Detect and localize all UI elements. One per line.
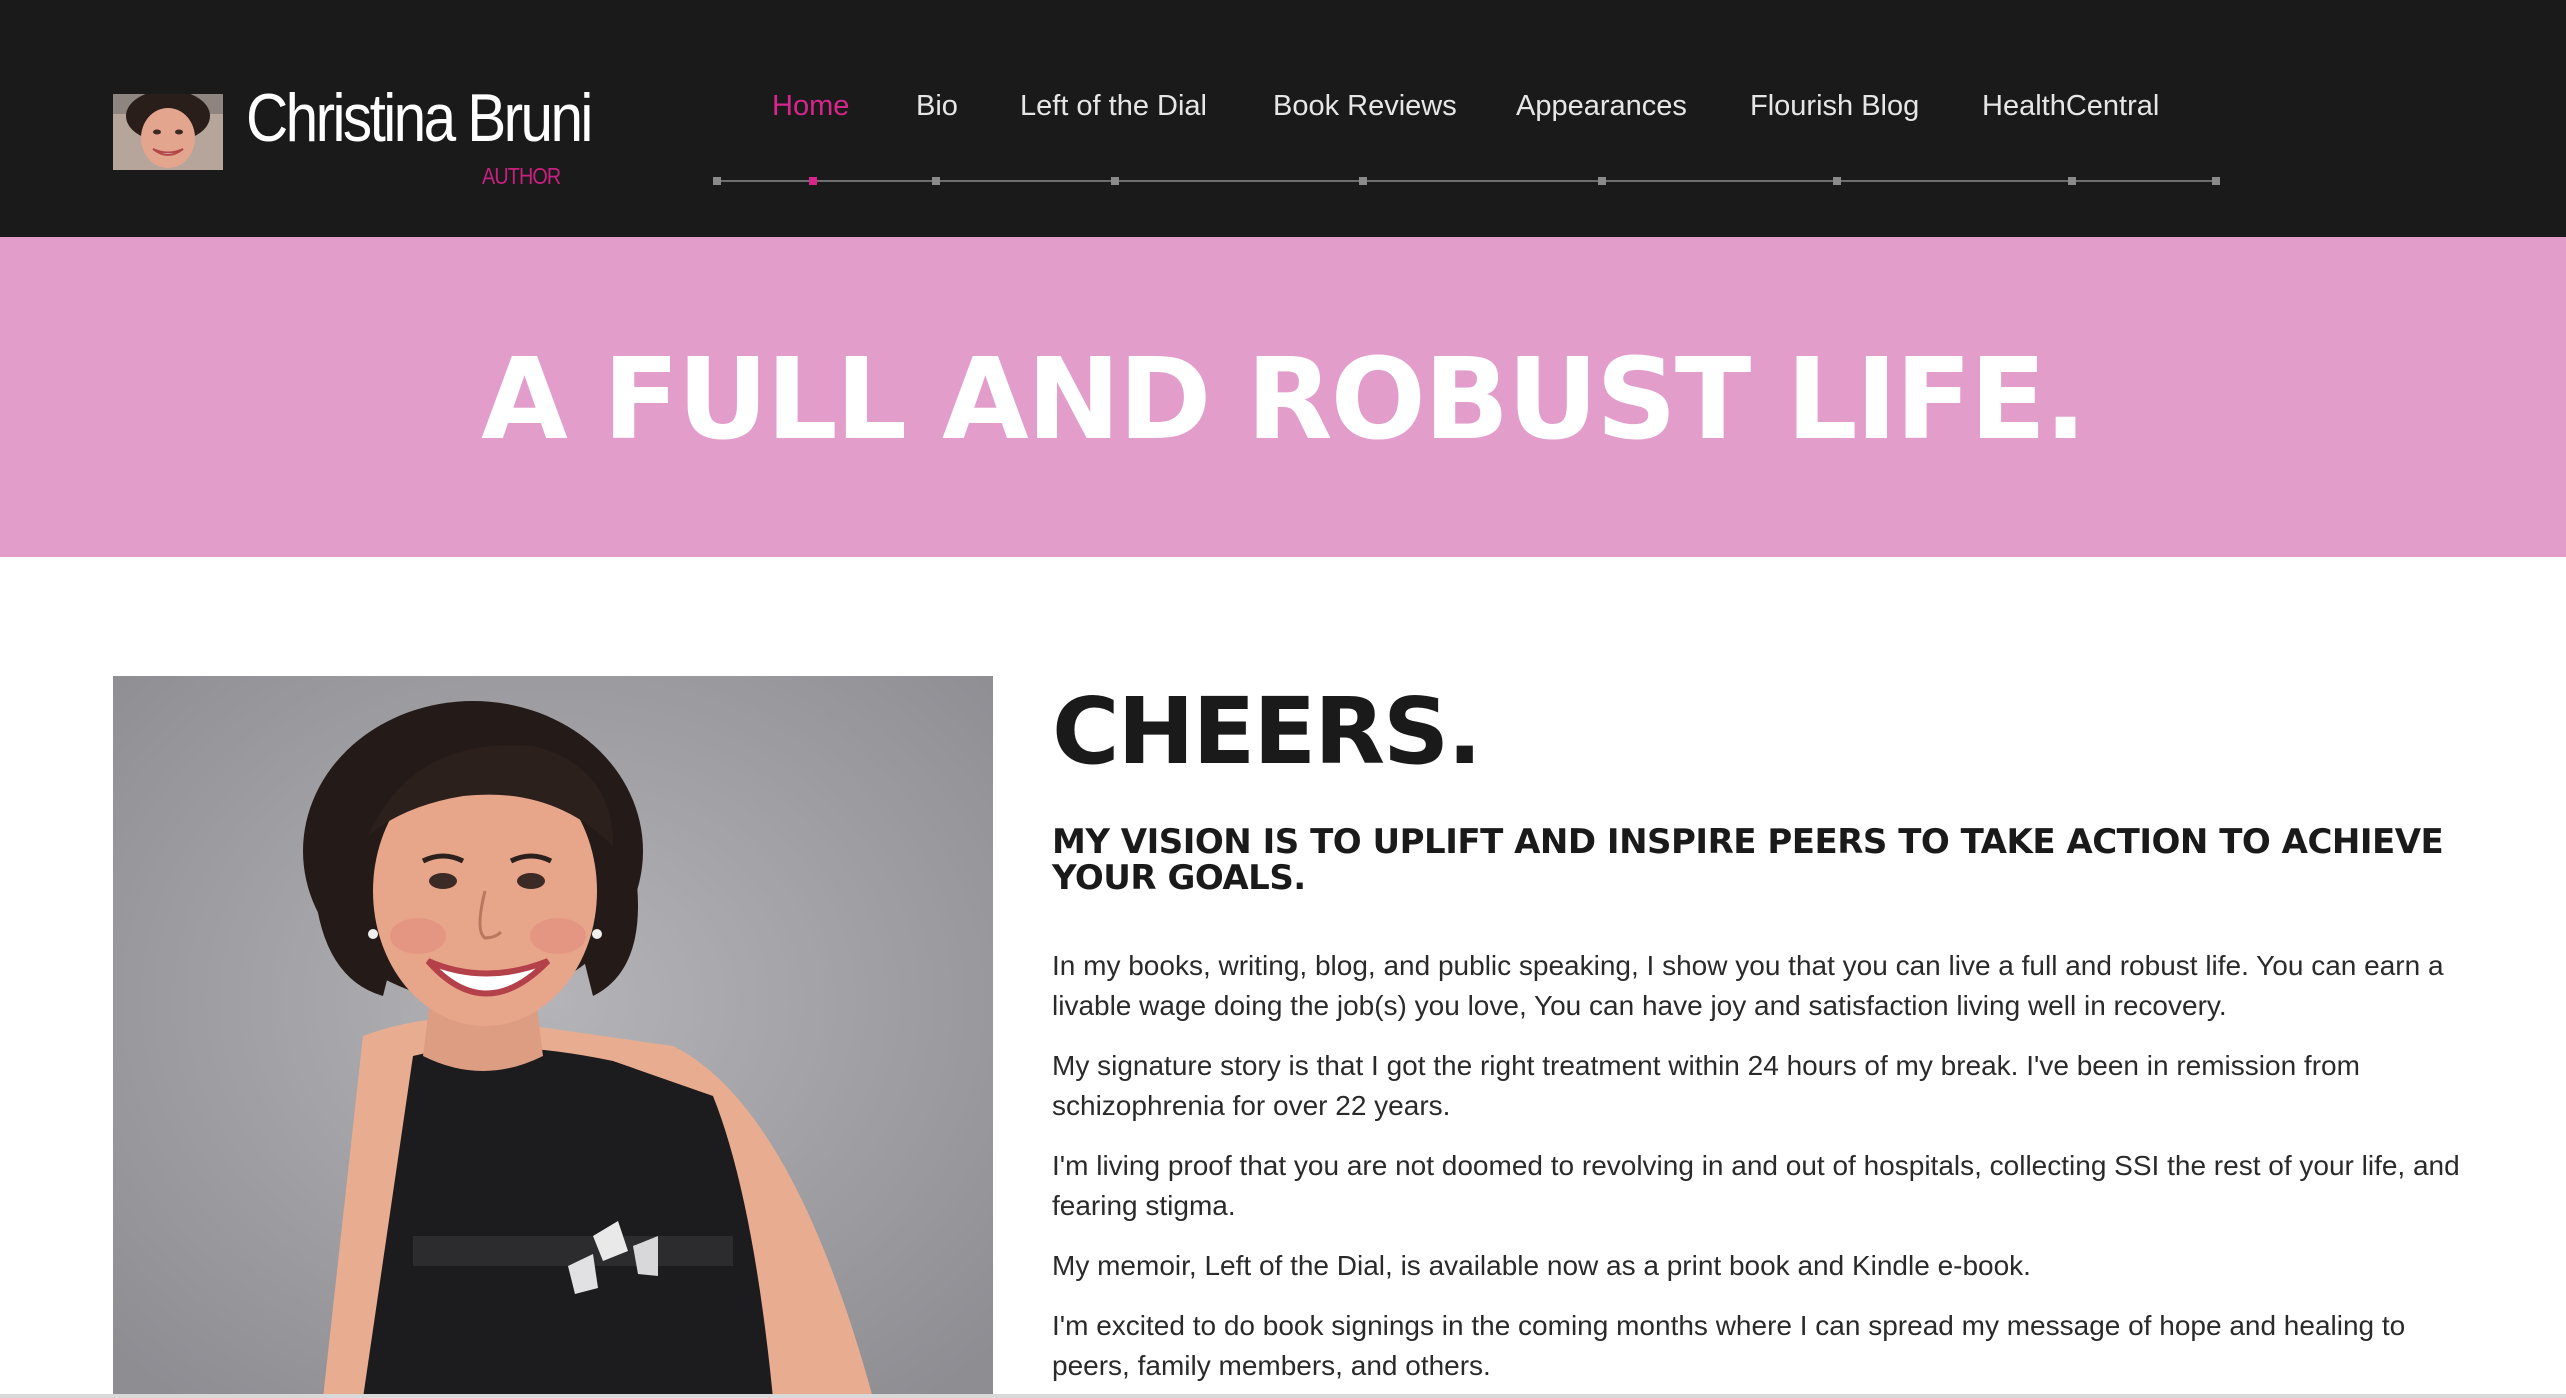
nav-item-left-of-the-dial[interactable]: Left of the Dial <box>1020 92 1207 121</box>
nav-track-dot-bio <box>932 177 940 185</box>
nav-item-bio[interactable]: Bio <box>916 92 958 121</box>
nav-track-dot-left-of-the-dial <box>1111 177 1119 185</box>
hero-banner: A FULL AND ROBUST LIFE. <box>0 237 2566 557</box>
nav-track-line <box>716 180 2218 182</box>
proof-paragraph: I'm living proof that you are not doomed… <box>1052 1150 2460 1221</box>
page-bottom-rule <box>0 1394 2566 1398</box>
nav-item-home[interactable]: Home <box>772 92 849 121</box>
nav-track-end-dot <box>2212 177 2220 185</box>
nav-item-book-reviews[interactable]: Book Reviews <box>1273 92 1457 121</box>
main-nav: Home Bio Left of the Dial Book Reviews A… <box>0 0 2566 237</box>
section-title: CHEERS. <box>1052 678 1482 785</box>
nav-item-healthcentral[interactable]: HealthCentral <box>1982 92 2159 121</box>
hero-title: A FULL AND ROBUST LIFE. <box>481 335 2087 465</box>
signings-paragraph: I'm excited to do book signings in the c… <box>1052 1310 2406 1381</box>
nav-track-dot-home <box>809 177 817 185</box>
nav-track-dot-book-reviews <box>1359 177 1367 185</box>
nav-track-dot-healthcentral <box>2068 177 2076 185</box>
nav-track-dot-appearances <box>1598 177 1606 185</box>
author-portrait <box>113 676 993 1398</box>
story-paragraph: My signature story is that I got the rig… <box>1052 1050 2360 1121</box>
nav-item-flourish-blog[interactable]: Flourish Blog <box>1750 92 1919 121</box>
nav-item-appearances[interactable]: Appearances <box>1516 92 1687 121</box>
memoir-paragraph: My memoir, Left of the Dial, is availabl… <box>1052 1250 2031 1281</box>
nav-track-dot-flourish-blog <box>1833 177 1841 185</box>
site-header: Christina Bruni AUTHOR Home Bio Left of … <box>0 0 2566 237</box>
intro-paragraph: In my books, writing, blog, and public s… <box>1052 950 2444 1021</box>
nav-track-start-dot <box>713 177 721 185</box>
vision-statement: MY VISION IS TO UPLIFT AND INSPIRE PEERS… <box>1052 822 2444 898</box>
